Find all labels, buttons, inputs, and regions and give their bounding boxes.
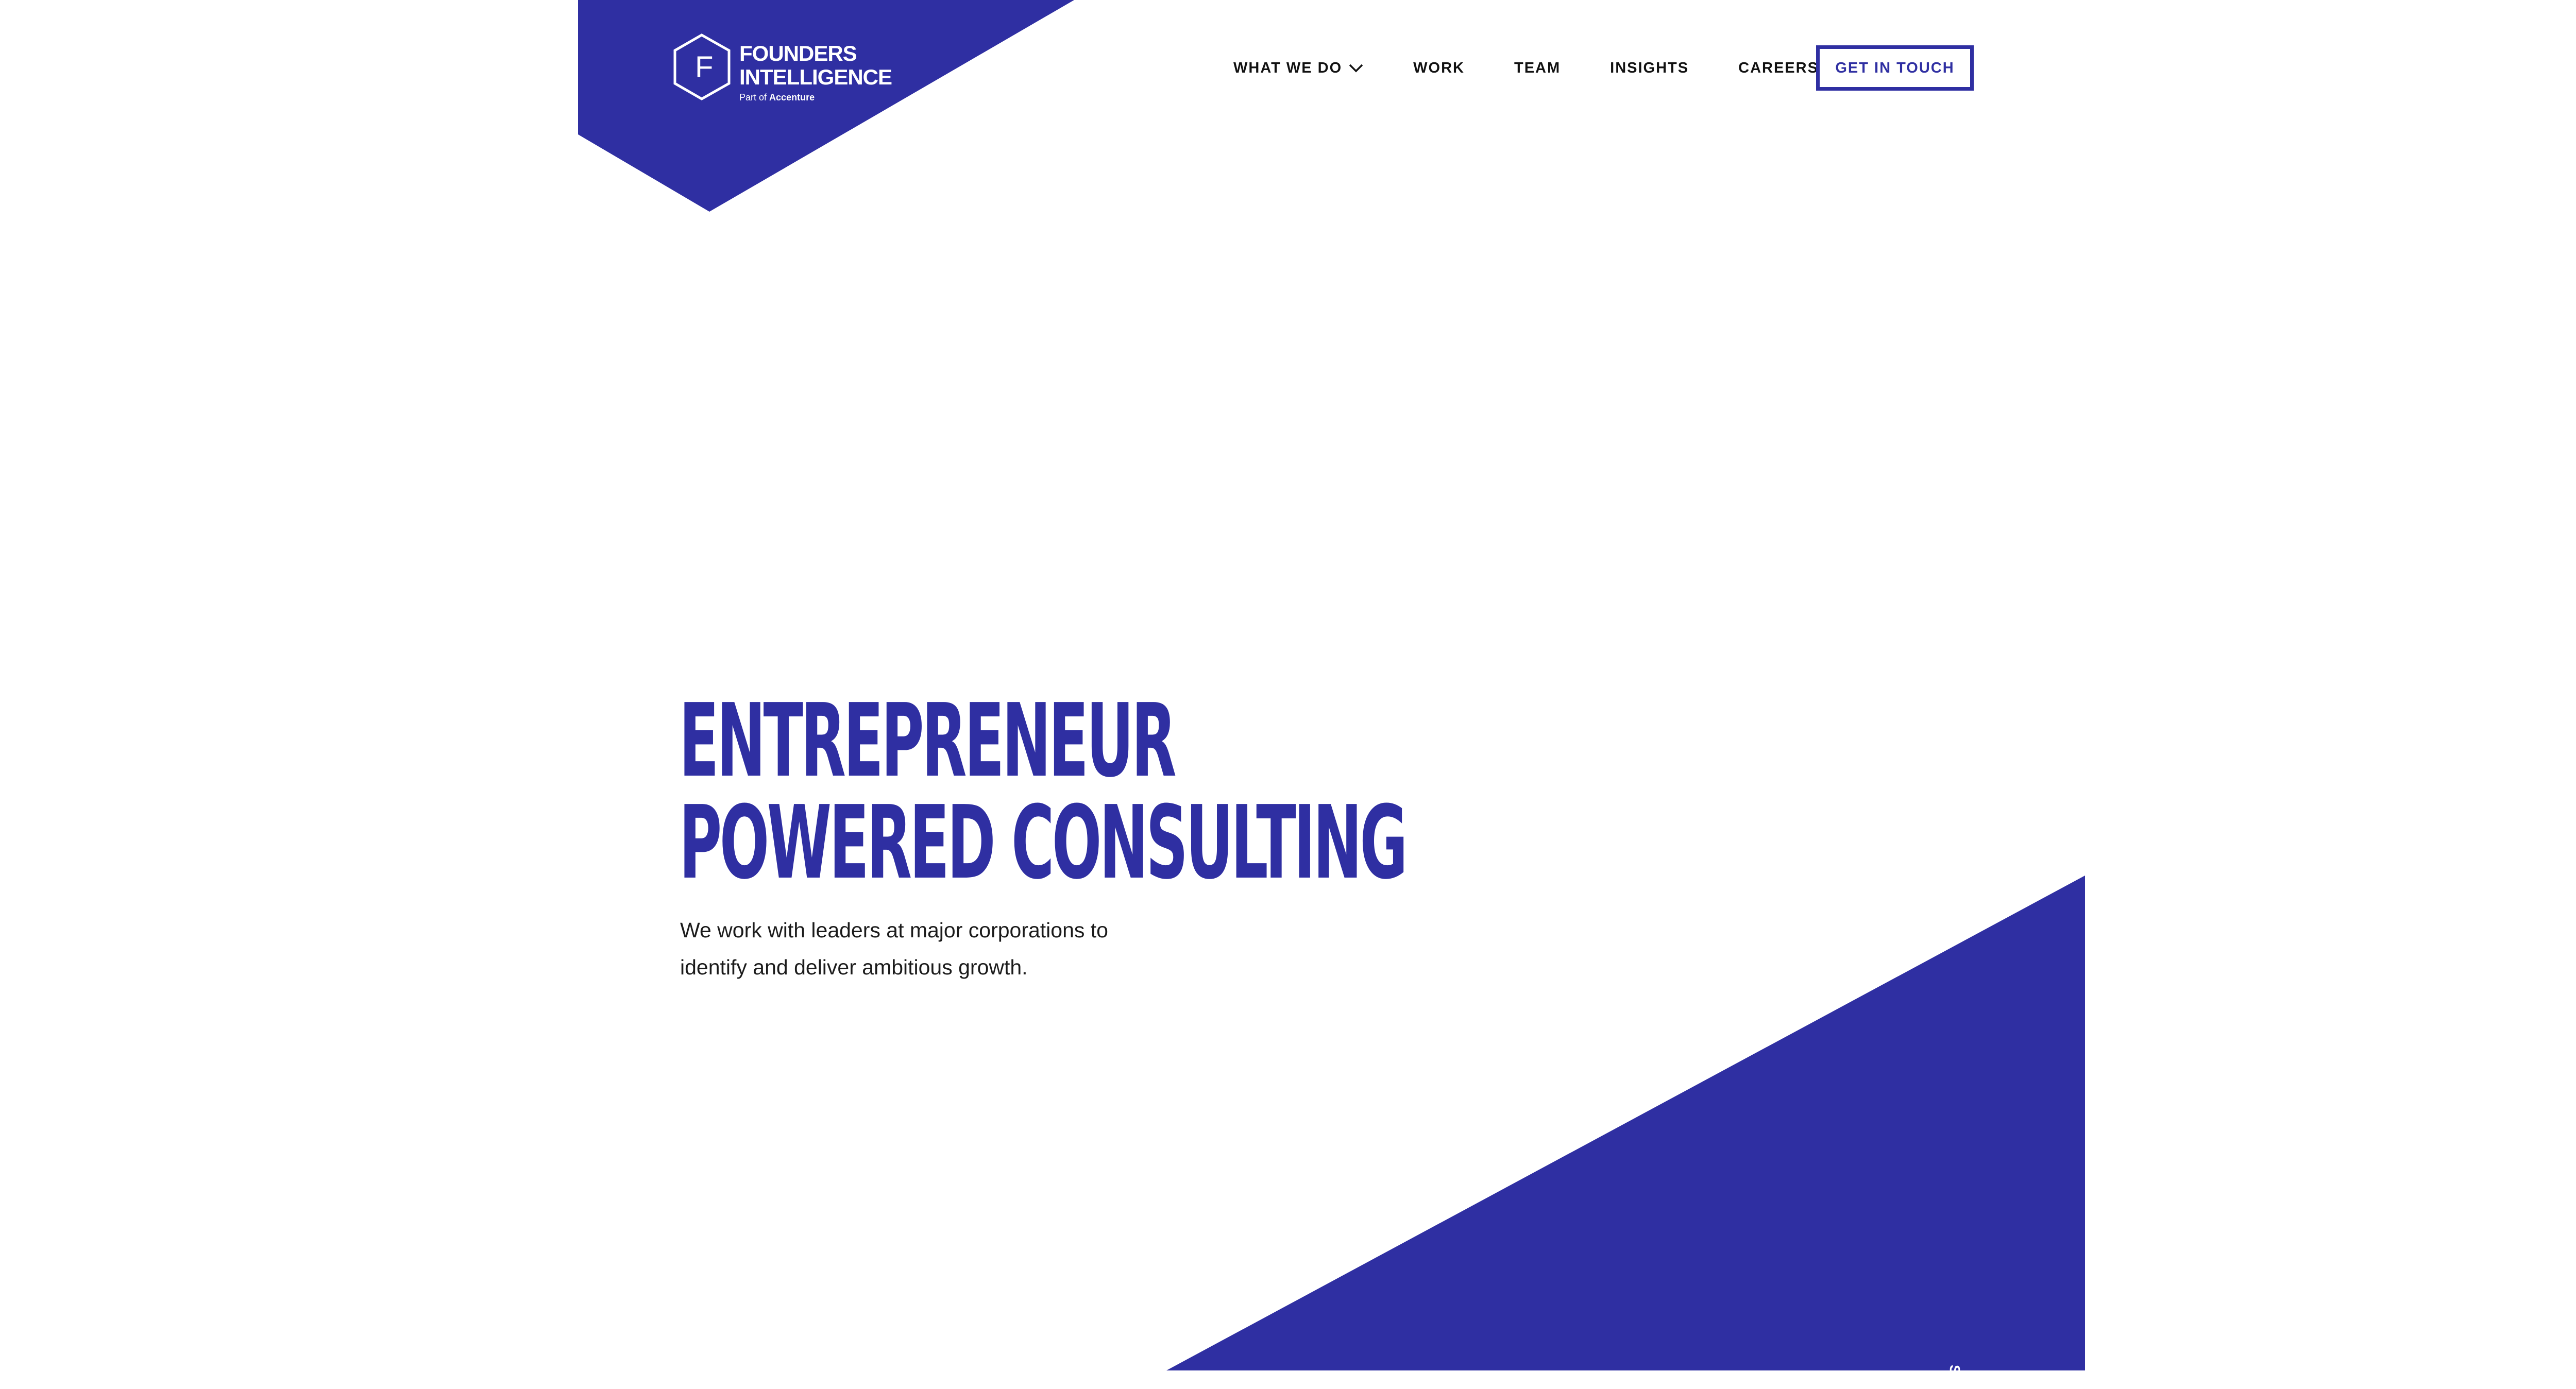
logo-mark-letter: F (695, 50, 713, 84)
nav-careers[interactable]: CAREERS (1738, 60, 1819, 77)
nav-what-we-do[interactable]: WHAT WE DO (1233, 60, 1364, 77)
chevron-down-icon (1349, 64, 1363, 73)
decorative-shapes (578, 0, 2085, 1370)
nav-insights[interactable]: INSIGHTS (1610, 60, 1689, 77)
bottom-right-brand-shape (1166, 876, 2085, 1370)
brand-name-line-2: INTELLIGENCE (739, 65, 892, 89)
hexagon-f-icon: F (673, 33, 731, 100)
nav-what-we-do-label: WHAT WE DO (1233, 59, 1343, 76)
main-navigation: WHAT WE DO WORK TEAM INSIGHTS CAREERS (1233, 45, 1819, 91)
get-in-touch-button[interactable]: GET IN TOUCH (1816, 45, 1974, 91)
brand-subtitle-prefix: Part of (739, 92, 767, 102)
brand-name-line-1: FOUNDERS (739, 41, 857, 65)
scroll-hint[interactable]: SC (1946, 1365, 1963, 1389)
nav-work[interactable]: WORK (1413, 60, 1465, 77)
brand-subtitle: Part of Accenture (739, 91, 892, 104)
hero-title-line-2: POWERED CONSULTING (679, 784, 1408, 902)
top-left-brand-shape (578, 0, 1074, 212)
hero-title: ENTREPRENEUR POWERED CONSULTING (679, 682, 1408, 902)
hero-description: We work with leaders at major corporatio… (680, 912, 1159, 986)
hero-title-line-1: ENTREPRENEUR (679, 682, 1177, 800)
brand-subtitle-name: Accenture (769, 92, 815, 102)
hero-description-line-1: We work with leaders at major corporatio… (680, 918, 1108, 942)
page-frame: F FOUNDERS INTELLIGENCE Part of Accentur… (0, 0, 2576, 1389)
hero-section: ENTREPRENEUR POWERED CONSULTING (679, 690, 1658, 894)
brand-wordmark: FOUNDERS INTELLIGENCE Part of Accenture (739, 42, 892, 104)
brand-logo[interactable]: F FOUNDERS INTELLIGENCE Part of Accentur… (672, 33, 892, 105)
hero-description-line-2: identify and deliver ambitious growth. (680, 955, 1028, 979)
nav-team[interactable]: TEAM (1514, 60, 1561, 77)
